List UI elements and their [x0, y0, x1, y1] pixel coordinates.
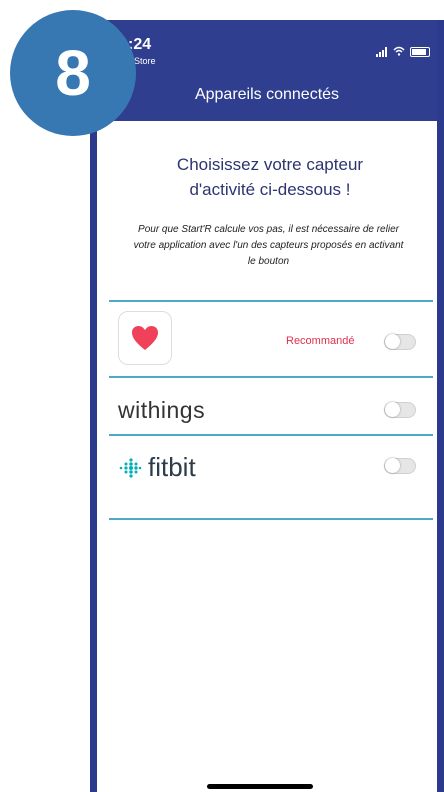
fitbit-toggle[interactable]: [384, 458, 416, 474]
wifi-icon: [393, 46, 405, 58]
battery-icon: [410, 47, 430, 57]
step-number-badge: 8: [10, 10, 136, 136]
phone-frame-left: [90, 20, 97, 792]
toggle-knob: [385, 402, 400, 417]
heart-icon: [132, 326, 158, 350]
fitbit-logo: fitbit: [118, 452, 196, 483]
divider: [109, 518, 433, 520]
back-to-store-link[interactable]: Store: [134, 56, 156, 66]
page-title: Appareils connectés: [194, 86, 340, 103]
heading-line-2: d'activité ci-dessous !: [189, 180, 351, 199]
toggle-knob: [385, 334, 400, 349]
withings-logo: withings: [118, 397, 206, 423]
instruction-description: Pour que Start'R calcule vos pas, il est…: [100, 222, 437, 270]
fitbit-dots-icon: [119, 457, 142, 478]
description-line-3: le bouton: [247, 256, 290, 267]
divider: [109, 434, 433, 436]
home-indicator[interactable]: [207, 784, 313, 789]
description-line-1: Pour que Start'R calcule vos pas, il est…: [138, 224, 399, 235]
withings-toggle[interactable]: [384, 402, 416, 418]
instruction-heading: Choisissez votre capteur d'activité ci-d…: [105, 152, 435, 202]
divider: [109, 376, 433, 378]
recommended-label: Recommandé: [286, 335, 355, 347]
apple-health-toggle[interactable]: [384, 334, 416, 350]
divider: [109, 300, 433, 302]
heading-line-1: Choisissez votre capteur: [176, 155, 364, 174]
status-icons: [376, 46, 430, 58]
phone-frame-right: [437, 20, 444, 792]
apple-health-icon: [118, 311, 172, 365]
description-line-2: votre application avec l'un des capteurs…: [133, 240, 404, 251]
toggle-knob: [385, 458, 400, 473]
signal-icon: [376, 47, 388, 57]
fitbit-wordmark: fitbit: [148, 452, 196, 482]
